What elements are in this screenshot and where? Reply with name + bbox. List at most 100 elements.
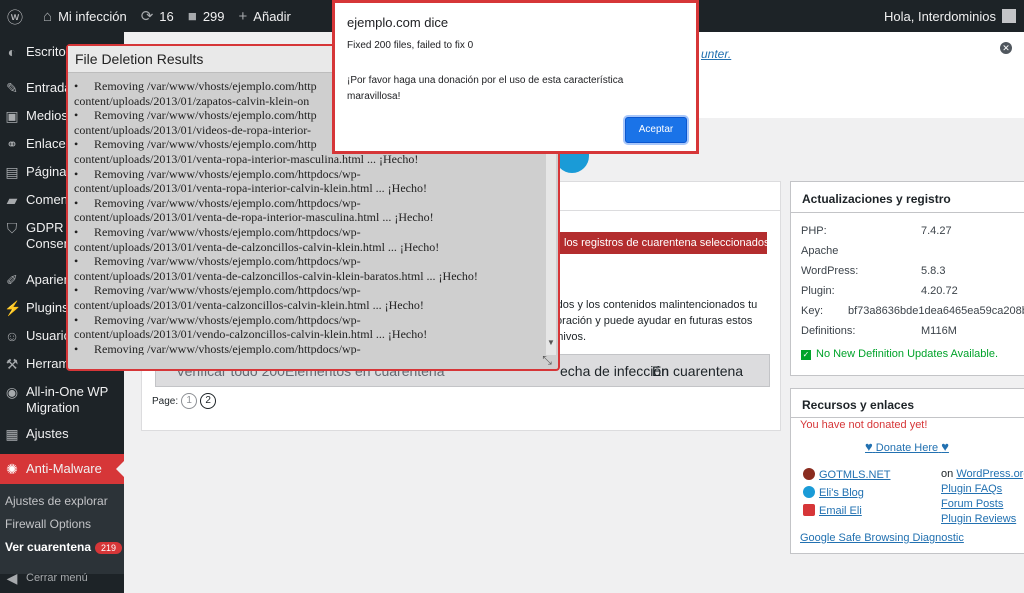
bullet: •: [74, 312, 79, 327]
antimalware-icon: ✺: [6, 461, 18, 477]
log-line-text: Removing /var/www/vhosts/ejemplo.com/htt…: [94, 341, 361, 355]
bullet: •: [74, 341, 79, 355]
sidebar-item-label: Medios: [26, 108, 68, 123]
sidebar-item-anti-malware[interactable]: ✺ Anti-Malware: [0, 454, 124, 484]
gotmls-link[interactable]: GOTMLS.NET: [803, 468, 891, 481]
accept-button[interactable]: Aceptar: [625, 117, 687, 143]
site-name-link[interactable]: ⌂ Mi infección: [36, 0, 134, 32]
log-line-text: Removing /var/www/vhosts/ejemplo.com/htt…: [94, 312, 361, 327]
info-value: 7.4.27: [921, 225, 952, 237]
log-line: content/uploads/2013/01/vendo-calzoncill…: [74, 327, 544, 342]
box-divider: [791, 417, 1024, 418]
blog-link[interactable]: Eli's Blog: [803, 486, 864, 499]
info-key: Definitions:: [801, 325, 856, 337]
wordpress-icon: ⓦ: [7, 10, 24, 27]
email-icon: [803, 504, 815, 516]
log-line: • Removing /var/www/vhosts/ejemplo.com/ht…: [74, 342, 544, 355]
dismiss-icon[interactable]: ✕: [1000, 42, 1012, 54]
column-quarantined[interactable]: En cuarentena: [652, 363, 743, 379]
plugin-faqs-link[interactable]: Plugin FAQs: [941, 483, 1002, 495]
bullet: •: [74, 283, 79, 298]
sidebar-item-migration[interactable]: ◉ All-in-One WP Migration: [0, 384, 124, 416]
log-line-text: Removing /var/www/vhosts/ejemplo.com/htt…: [94, 195, 361, 210]
new-content-link[interactable]: + Añadir: [232, 0, 298, 32]
panel-description: piados y los contenidos malintencionados…: [542, 299, 758, 343]
comments-link[interactable]: ■ 299: [181, 0, 232, 32]
avatar: [1002, 9, 1016, 23]
wordpress-logo[interactable]: ⓦ: [0, 0, 36, 32]
link-label: Eli's Blog: [819, 487, 864, 499]
log-line-text: content/uploads/2013/01/venta-de-calzonc…: [74, 268, 478, 283]
new-content-label: Añadir: [253, 8, 291, 24]
log-line: • Removing /var/www/vhosts/ejemplo.com/ht…: [74, 254, 544, 269]
log-line: content/uploads/2013/01/venta-de-calzonc…: [74, 240, 544, 255]
heart-icon: ♥: [941, 439, 949, 454]
log-line-text: Removing /var/www/vhosts/ejemplo.com/htt…: [94, 224, 361, 239]
log-line: content/uploads/2013/01/venta-de-ropa-in…: [74, 210, 544, 225]
submenu-firewall-options[interactable]: Firewall Options: [5, 517, 91, 531]
sidebar-item-label: Plugins: [26, 300, 69, 315]
log-line-text: content/uploads/2013/01/venta-de-ropa-in…: [74, 210, 434, 225]
modal-title: File Deletion Results: [75, 51, 204, 67]
log-line-text: Removing /var/www/vhosts/ejemplo.com/htt…: [94, 283, 361, 298]
info-key: Plugin:: [801, 285, 835, 297]
my-account[interactable]: Hola, Interdominios: [884, 9, 1024, 24]
pager-label: Page:: [152, 395, 179, 407]
alert-donation-message: ¡Por favor haga una donación por el uso …: [347, 75, 624, 102]
wordpress-org-line: on WordPress.org: [941, 468, 1024, 480]
scroll-down-icon[interactable]: ▼: [546, 338, 556, 348]
log-line: content/uploads/2013/01/venta-de-calzonc…: [74, 269, 544, 284]
link-icon: ⚭: [6, 136, 18, 152]
comments-count: 299: [202, 8, 225, 24]
log-line: • Removing /var/www/vhosts/ejemplo.com/ht…: [74, 196, 544, 211]
heart-icon: ♥: [865, 439, 873, 454]
forum-posts-link[interactable]: Forum Posts: [941, 498, 1003, 510]
log-line-text: content/uploads/2013/01/venta-de-calzonc…: [74, 239, 440, 254]
bullet: •: [74, 166, 79, 181]
log-line-text: Removing /var/www/vhosts/ejemplo.com/htt…: [94, 108, 317, 123]
bullet: •: [74, 79, 79, 93]
log-line: content/uploads/2013/01/venta-ropa-inter…: [74, 152, 544, 167]
quarantine-count-badge: 219: [95, 542, 123, 554]
updates-link[interactable]: ⟳ 16: [134, 0, 181, 32]
info-value: 4.20.72: [921, 285, 958, 297]
page-link-2[interactable]: 2: [200, 393, 217, 409]
sidebar-item-ajustes[interactable]: ▦ Ajustes: [0, 426, 124, 442]
dashboard-icon: ◐: [7, 44, 17, 60]
page-link-1[interactable]: 1: [181, 393, 198, 409]
info-key: Apache: [801, 245, 839, 257]
log-line: • Removing /var/www/vhosts/ejemplo.com/ht…: [74, 283, 544, 298]
on-label: on: [941, 468, 954, 480]
tools-icon: ⚒: [5, 356, 19, 372]
browser-alert-dialog: ejemplo.com dice Fixed 200 files, failed…: [332, 0, 699, 154]
resize-icon[interactable]: ⤡: [540, 353, 554, 367]
log-line-text: content/uploads/2013/01/videos-de-ropa-i…: [74, 122, 312, 137]
box-divider: [791, 212, 1024, 213]
comment-icon: ▰: [6, 192, 18, 208]
plus-icon: +: [238, 7, 248, 25]
not-donated-message: You have not donated yet!: [800, 419, 928, 431]
anti-malware-submenu: Ajustes de explorar Firewall Options Ver…: [0, 484, 124, 574]
wordpress-org-link[interactable]: WordPress.org: [956, 468, 1024, 480]
info-value: bf73a8636bde1dea6465ea59ca208b4: [848, 305, 1024, 317]
info-key: PHP:: [801, 225, 827, 237]
settings-icon: ▦: [5, 426, 19, 442]
delete-quarantine-button[interactable]: los registros de cuarentena seleccionado…: [554, 232, 767, 254]
submenu-ver-cuarentena[interactable]: Ver cuarentena 219: [5, 540, 123, 554]
safe-browsing-link[interactable]: Google Safe Browsing Diagnostic: [800, 532, 964, 544]
active-indicator: [116, 461, 124, 477]
collapse-menu-button[interactable]: ◀ Cerrar menú: [0, 570, 124, 586]
plugin-reviews-link[interactable]: Plugin Reviews: [941, 513, 1016, 525]
sidebar-item-label: Ajustes: [26, 426, 69, 441]
submenu-ajustes-explorar[interactable]: Ajustes de explorar: [5, 494, 108, 508]
donate-label: Donate Here: [875, 442, 939, 454]
email-link[interactable]: Email Eli: [803, 504, 862, 517]
gotmls-icon: [803, 468, 815, 480]
brush-icon: ✐: [6, 272, 18, 288]
greeting: Hola, Interdominios: [884, 8, 996, 24]
alert-message: Fixed 200 files, failed to fix 0: [347, 40, 474, 51]
home-icon: ⌂: [43, 7, 53, 25]
donate-link[interactable]: ♥ Donate Here ♥: [865, 439, 949, 454]
notice-link[interactable]: unter.: [701, 47, 731, 61]
alert-origin: ejemplo.com dice: [347, 15, 449, 30]
